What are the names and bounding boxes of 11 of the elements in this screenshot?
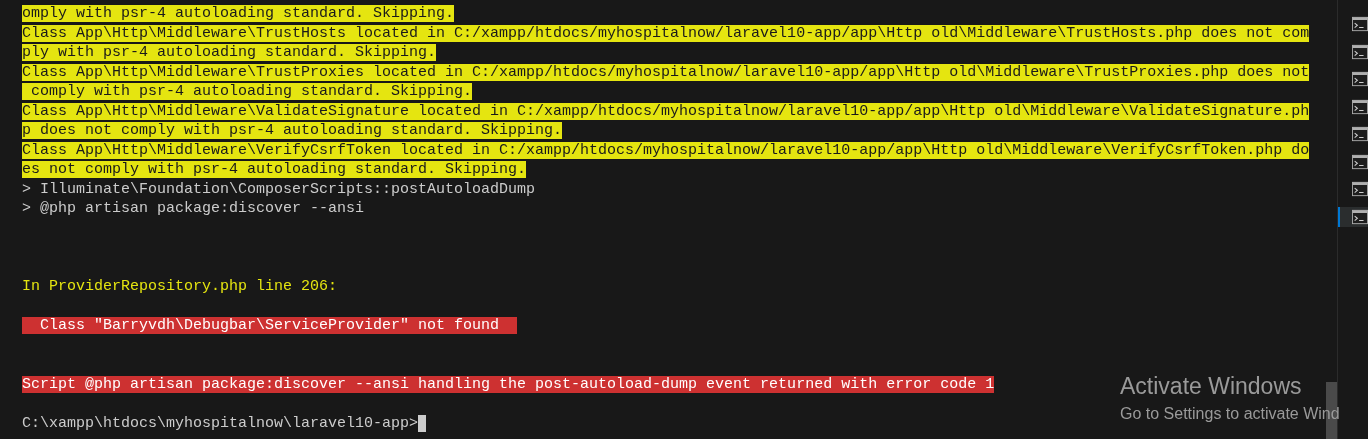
terminal-line: In ProviderRepository.php line 206:: [22, 278, 338, 295]
terminal-tab[interactable]: [1338, 206, 1368, 227]
text-cursor: [418, 414, 427, 432]
activation-subtitle: Go to Settings to activate Wind: [1120, 404, 1340, 424]
command-prompt: C:\xampp\htdocs\myhospitalnow\laravel10-app>: [22, 413, 419, 433]
error-message: Script @php artisan package:discover --ansi handling the post-autoload-dump event returned with error code 1: [22, 375, 995, 393]
error-message: Class "Barryvdh\Debugbar\ServiceProvider" not found: [22, 317, 518, 334]
terminal-line: > Illuminate\Foundation\ComposerScripts::postAutoloadDump: [22, 180, 536, 198]
activation-title: Activate Windows: [1120, 372, 1303, 400]
terminal-line: > @php artisan package:discover --ansi: [22, 200, 365, 217]
terminal-icon: [1352, 208, 1368, 225]
